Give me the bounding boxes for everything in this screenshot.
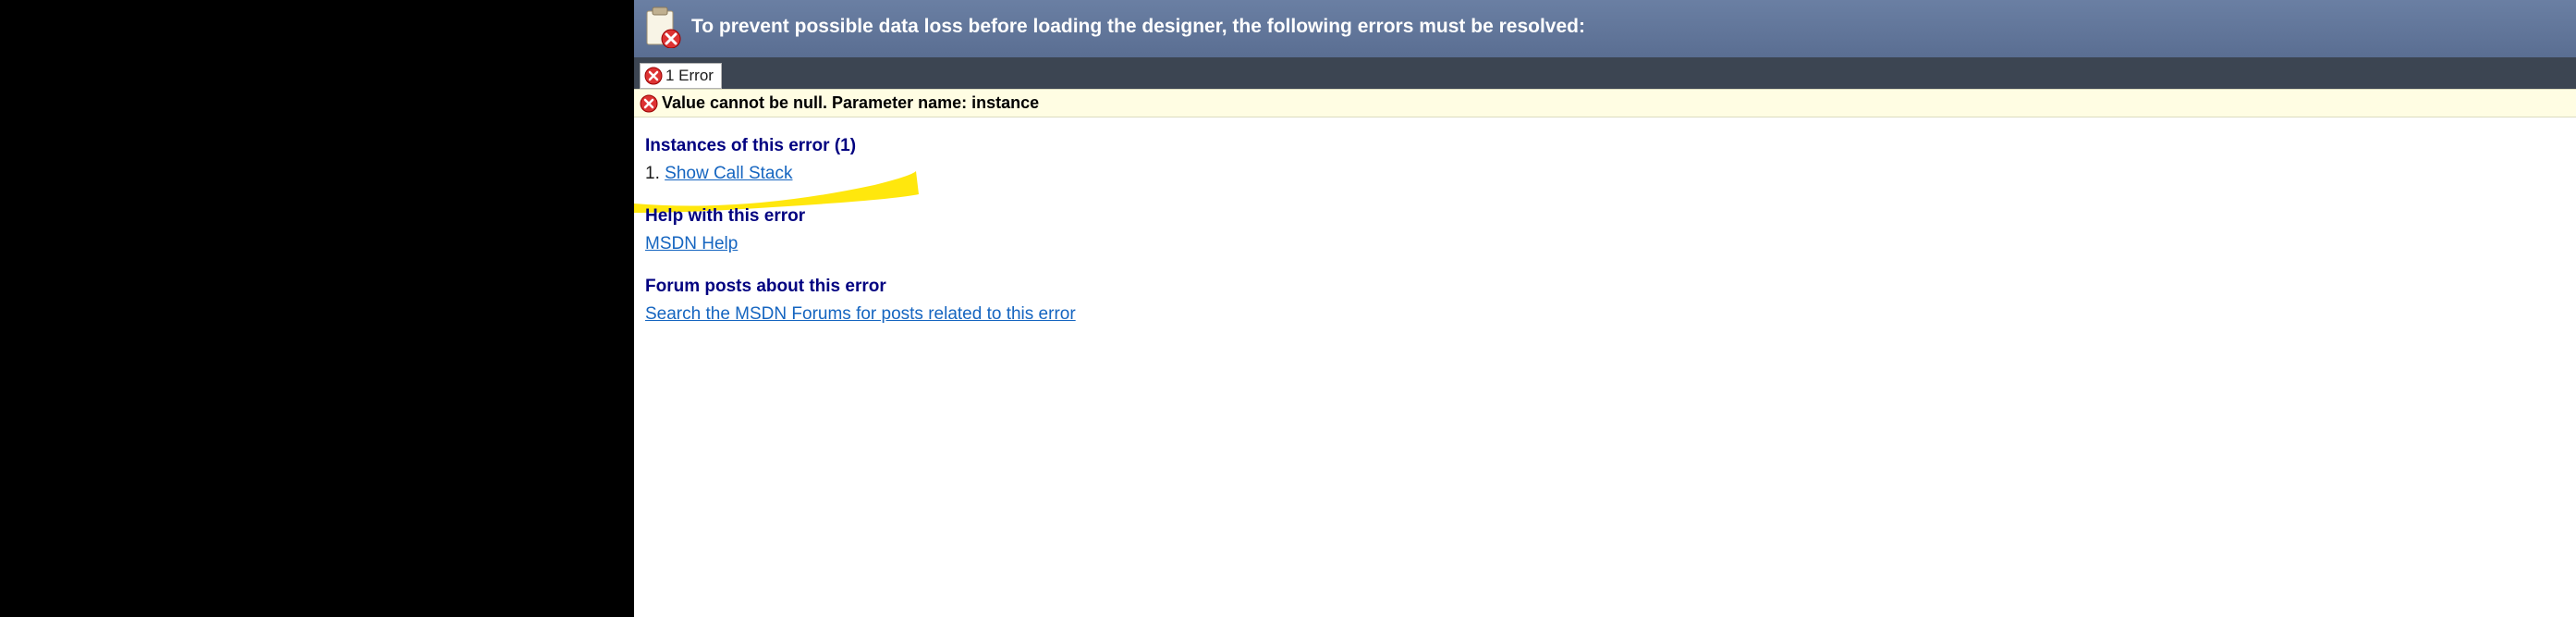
root-layout: To prevent possible data loss before loa… bbox=[0, 0, 2576, 617]
error-message-text: Value cannot be null. Parameter name: in… bbox=[662, 93, 1039, 113]
banner-title: To prevent possible data loss before loa… bbox=[691, 15, 1585, 38]
error-tab-label: 1 Error bbox=[665, 67, 714, 85]
msdn-help-link[interactable]: MSDN Help bbox=[645, 234, 738, 253]
clipboard-error-icon bbox=[640, 6, 682, 48]
left-pane bbox=[0, 0, 634, 617]
instances-heading: Instances of this error (1) bbox=[645, 136, 2565, 156]
error-icon bbox=[644, 67, 663, 85]
tab-row: 1 Error bbox=[634, 57, 2576, 89]
designer-error-panel: To prevent possible data loss before loa… bbox=[634, 0, 2576, 617]
error-message-bar: Value cannot be null. Parameter name: in… bbox=[634, 89, 2576, 117]
banner: To prevent possible data loss before loa… bbox=[634, 0, 2576, 57]
instance-number: 1. bbox=[645, 164, 660, 183]
show-call-stack-link[interactable]: Show Call Stack bbox=[665, 164, 792, 183]
instance-item: 1. Show Call Stack bbox=[645, 164, 2565, 184]
help-heading: Help with this error bbox=[645, 206, 2565, 227]
error-icon bbox=[640, 94, 658, 113]
error-count-tab[interactable]: 1 Error bbox=[640, 63, 722, 89]
content-area: Instances of this error (1) 1. Show Call… bbox=[634, 117, 2576, 617]
forum-search-link[interactable]: Search the MSDN Forums for posts related… bbox=[645, 304, 1076, 324]
forum-heading: Forum posts about this error bbox=[645, 277, 2565, 297]
